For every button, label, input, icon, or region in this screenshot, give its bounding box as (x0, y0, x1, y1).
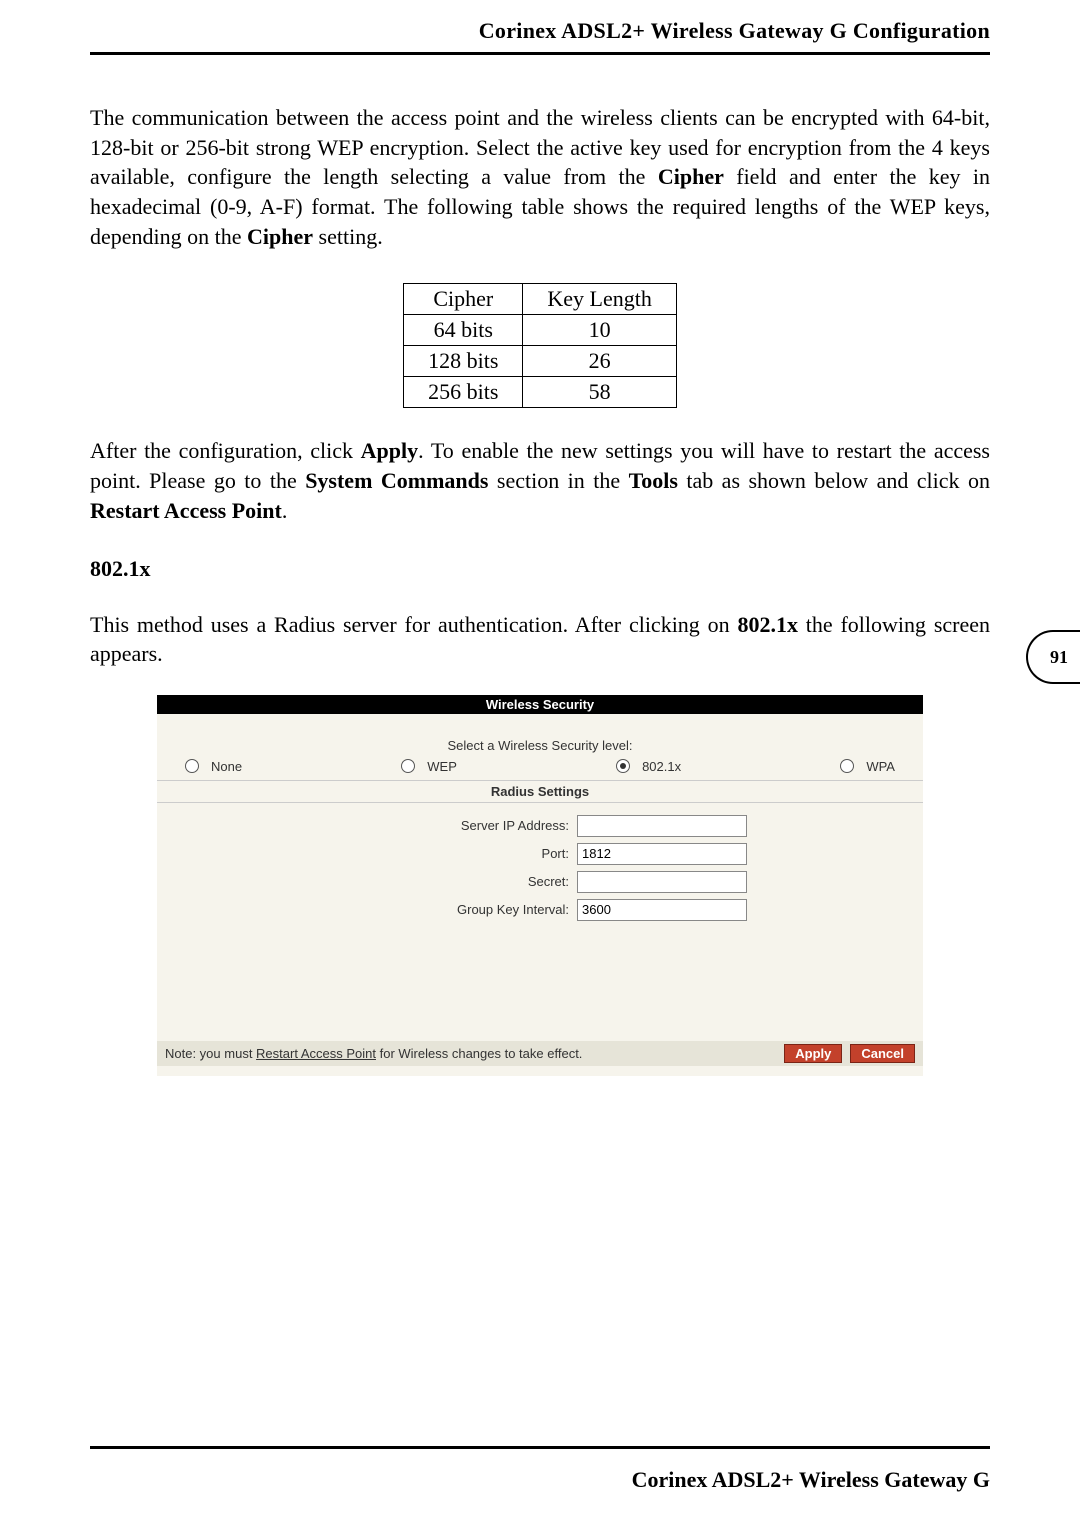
label-group-key-interval: Group Key Interval: (157, 902, 577, 917)
bold-8021x: 802.1x (737, 612, 798, 637)
label-secret: Secret: (157, 874, 577, 889)
text: tab as shown below and click on (678, 468, 990, 493)
text: section in the (488, 468, 628, 493)
radio-icon (401, 759, 415, 773)
radio-wpa[interactable]: WPA (840, 759, 895, 774)
bold-system-commands: System Commands (305, 468, 488, 493)
table-header-row: Cipher Key Length (404, 284, 677, 315)
paragraph-8021x-intro: This method uses a Radius server for aut… (90, 610, 990, 669)
radio-icon (840, 759, 854, 773)
cipher-key-table: Cipher Key Length 64 bits 10 128 bits 26… (403, 283, 677, 408)
td-cipher: 256 bits (404, 377, 523, 408)
radio-label: WEP (427, 759, 457, 774)
radio-icon-selected (616, 759, 630, 773)
security-level-radios: None WEP 802.1x WPA (157, 759, 923, 781)
heading-8021x: 802.1x (90, 556, 990, 582)
note-prefix: Note: you must (165, 1046, 256, 1061)
select-level-label: Select a Wireless Security level: (157, 738, 923, 753)
radius-settings-heading: Radius Settings (157, 781, 923, 803)
th-keylength: Key Length (523, 284, 676, 315)
footer-rule (90, 1446, 990, 1449)
radio-icon (185, 759, 199, 773)
page-header: Corinex ADSL2+ Wireless Gateway G Config… (90, 18, 990, 55)
page-number: 91 (1050, 647, 1068, 668)
td-keylength: 58 (523, 377, 676, 408)
wireless-security-screenshot: Wireless Security Select a Wireless Secu… (157, 695, 923, 1076)
cipher-bold-2: Cipher (247, 224, 313, 249)
input-secret[interactable] (577, 871, 747, 893)
radio-label: WPA (866, 759, 895, 774)
panel-title: Wireless Security (157, 695, 923, 714)
th-cipher: Cipher (404, 284, 523, 315)
page-number-badge: 91 (1026, 630, 1080, 684)
panel-footer: Note: you must Restart Access Point for … (157, 1041, 923, 1066)
radio-label: 802.1x (642, 759, 681, 774)
paragraph-wep-intro: The communication between the access poi… (90, 103, 990, 251)
paragraph-apply-restart: After the configuration, click Apply. To… (90, 436, 990, 525)
radio-wep[interactable]: WEP (401, 759, 457, 774)
radio-none[interactable]: None (185, 759, 242, 774)
radio-label: None (211, 759, 242, 774)
td-keylength: 26 (523, 346, 676, 377)
text: setting. (313, 224, 383, 249)
input-group-key-interval[interactable] (577, 899, 747, 921)
td-cipher: 128 bits (404, 346, 523, 377)
text: . (282, 498, 288, 523)
radio-8021x[interactable]: 802.1x (616, 759, 681, 774)
input-server-ip[interactable] (577, 815, 747, 837)
td-cipher: 64 bits (404, 315, 523, 346)
radius-form: Server IP Address: Port: Secret: Group K… (157, 803, 923, 931)
table-row: 64 bits 10 (404, 315, 677, 346)
label-server-ip: Server IP Address: (157, 818, 577, 833)
restart-access-point-link[interactable]: Restart Access Point (256, 1046, 376, 1061)
text: After the configuration, click (90, 438, 361, 463)
label-port: Port: (157, 846, 577, 861)
apply-button[interactable]: Apply (784, 1044, 842, 1063)
cancel-button[interactable]: Cancel (850, 1044, 915, 1063)
bold-apply: Apply (361, 438, 418, 463)
table-row: 256 bits 58 (404, 377, 677, 408)
td-keylength: 10 (523, 315, 676, 346)
table-row: 128 bits 26 (404, 346, 677, 377)
bold-restart-ap: Restart Access Point (90, 498, 282, 523)
cipher-bold-1: Cipher (658, 164, 724, 189)
note-suffix: for Wireless changes to take effect. (376, 1046, 582, 1061)
footer-text: Corinex ADSL2+ Wireless Gateway G (632, 1467, 990, 1493)
bold-tools: Tools (629, 468, 678, 493)
text: This method uses a Radius server for aut… (90, 612, 737, 637)
restart-note: Note: you must Restart Access Point for … (165, 1046, 582, 1061)
input-port[interactable] (577, 843, 747, 865)
